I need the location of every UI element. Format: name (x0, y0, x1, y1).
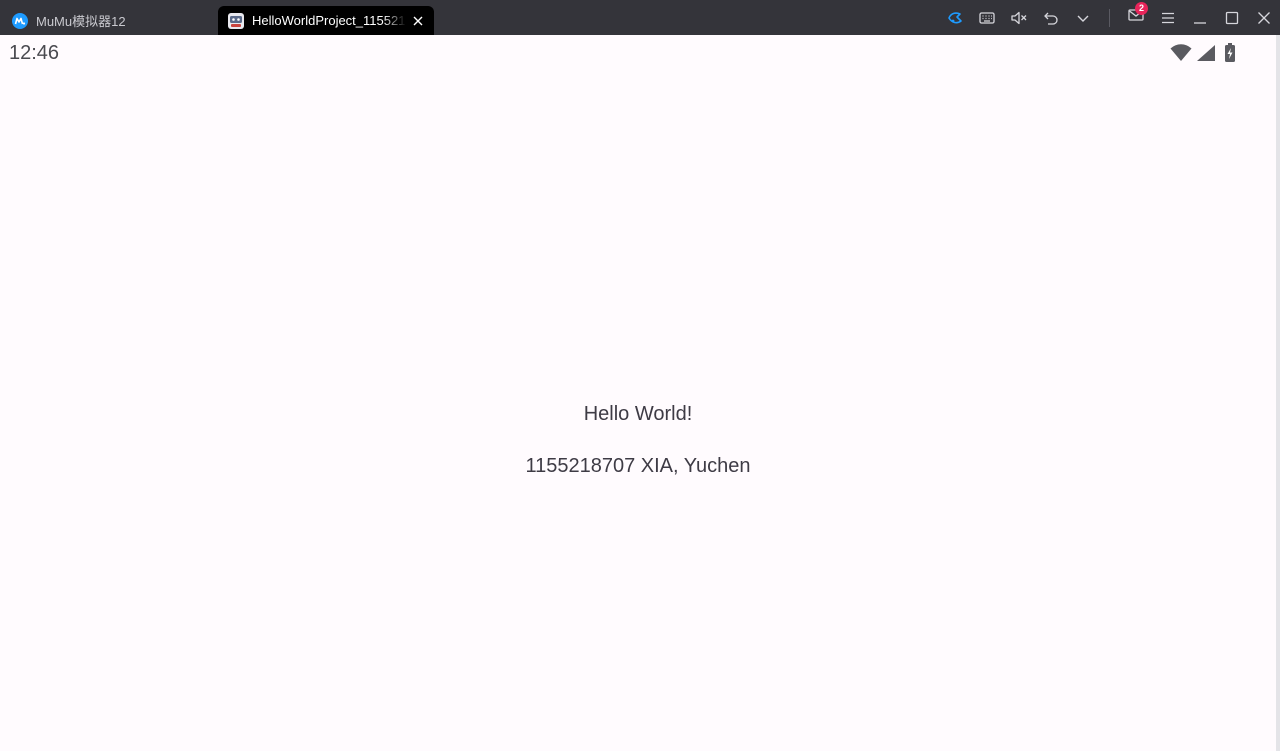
close-icon[interactable] (1248, 0, 1280, 35)
battery-charging-icon (1224, 43, 1236, 68)
mail-badge: 2 (1135, 2, 1148, 15)
android-status-bar: 12:46 (0, 35, 1276, 73)
hello-world-text: Hello World! (583, 403, 693, 425)
mumu-logo-icon (12, 12, 28, 29)
status-clock: 12:46 (9, 42, 60, 64)
cellular-signal-icon (1196, 44, 1216, 67)
menu-icon[interactable] (1152, 0, 1184, 35)
keyboard-icon[interactable] (971, 0, 1003, 35)
maximize-icon[interactable] (1216, 0, 1248, 35)
window-title-bar: MuMu模拟器12 HelloWorldProject_1155218707 (0, 0, 1280, 35)
minimize-icon[interactable] (1184, 0, 1216, 35)
toolbar-divider (1109, 8, 1110, 27)
window-toolbar: 2 (939, 0, 1280, 35)
app-screen: Hello World! 1155218707 XIA, Yuchen (0, 73, 1276, 751)
student-id-text: 1155218707 XIA, Yuchen (525, 455, 751, 477)
tab-label: HelloWorldProject_1155218707 (252, 13, 406, 28)
status-icons (1166, 43, 1236, 68)
app-icon (228, 12, 244, 29)
wifi-icon (1170, 44, 1192, 67)
mail-button[interactable]: 2 (1120, 0, 1152, 35)
volume-mute-icon[interactable] (1003, 0, 1035, 35)
tab-mumu-emulator[interactable]: MuMu模拟器12 (4, 6, 212, 35)
undo-icon[interactable] (1035, 0, 1067, 35)
tab-label: MuMu模拟器12 (36, 14, 126, 29)
tab-helloworld-project[interactable]: HelloWorldProject_1155218707 (218, 6, 434, 35)
bird-icon[interactable] (939, 0, 971, 35)
close-icon[interactable] (406, 9, 430, 33)
chevron-down-icon[interactable] (1067, 0, 1099, 35)
window-right-border (1276, 35, 1280, 751)
